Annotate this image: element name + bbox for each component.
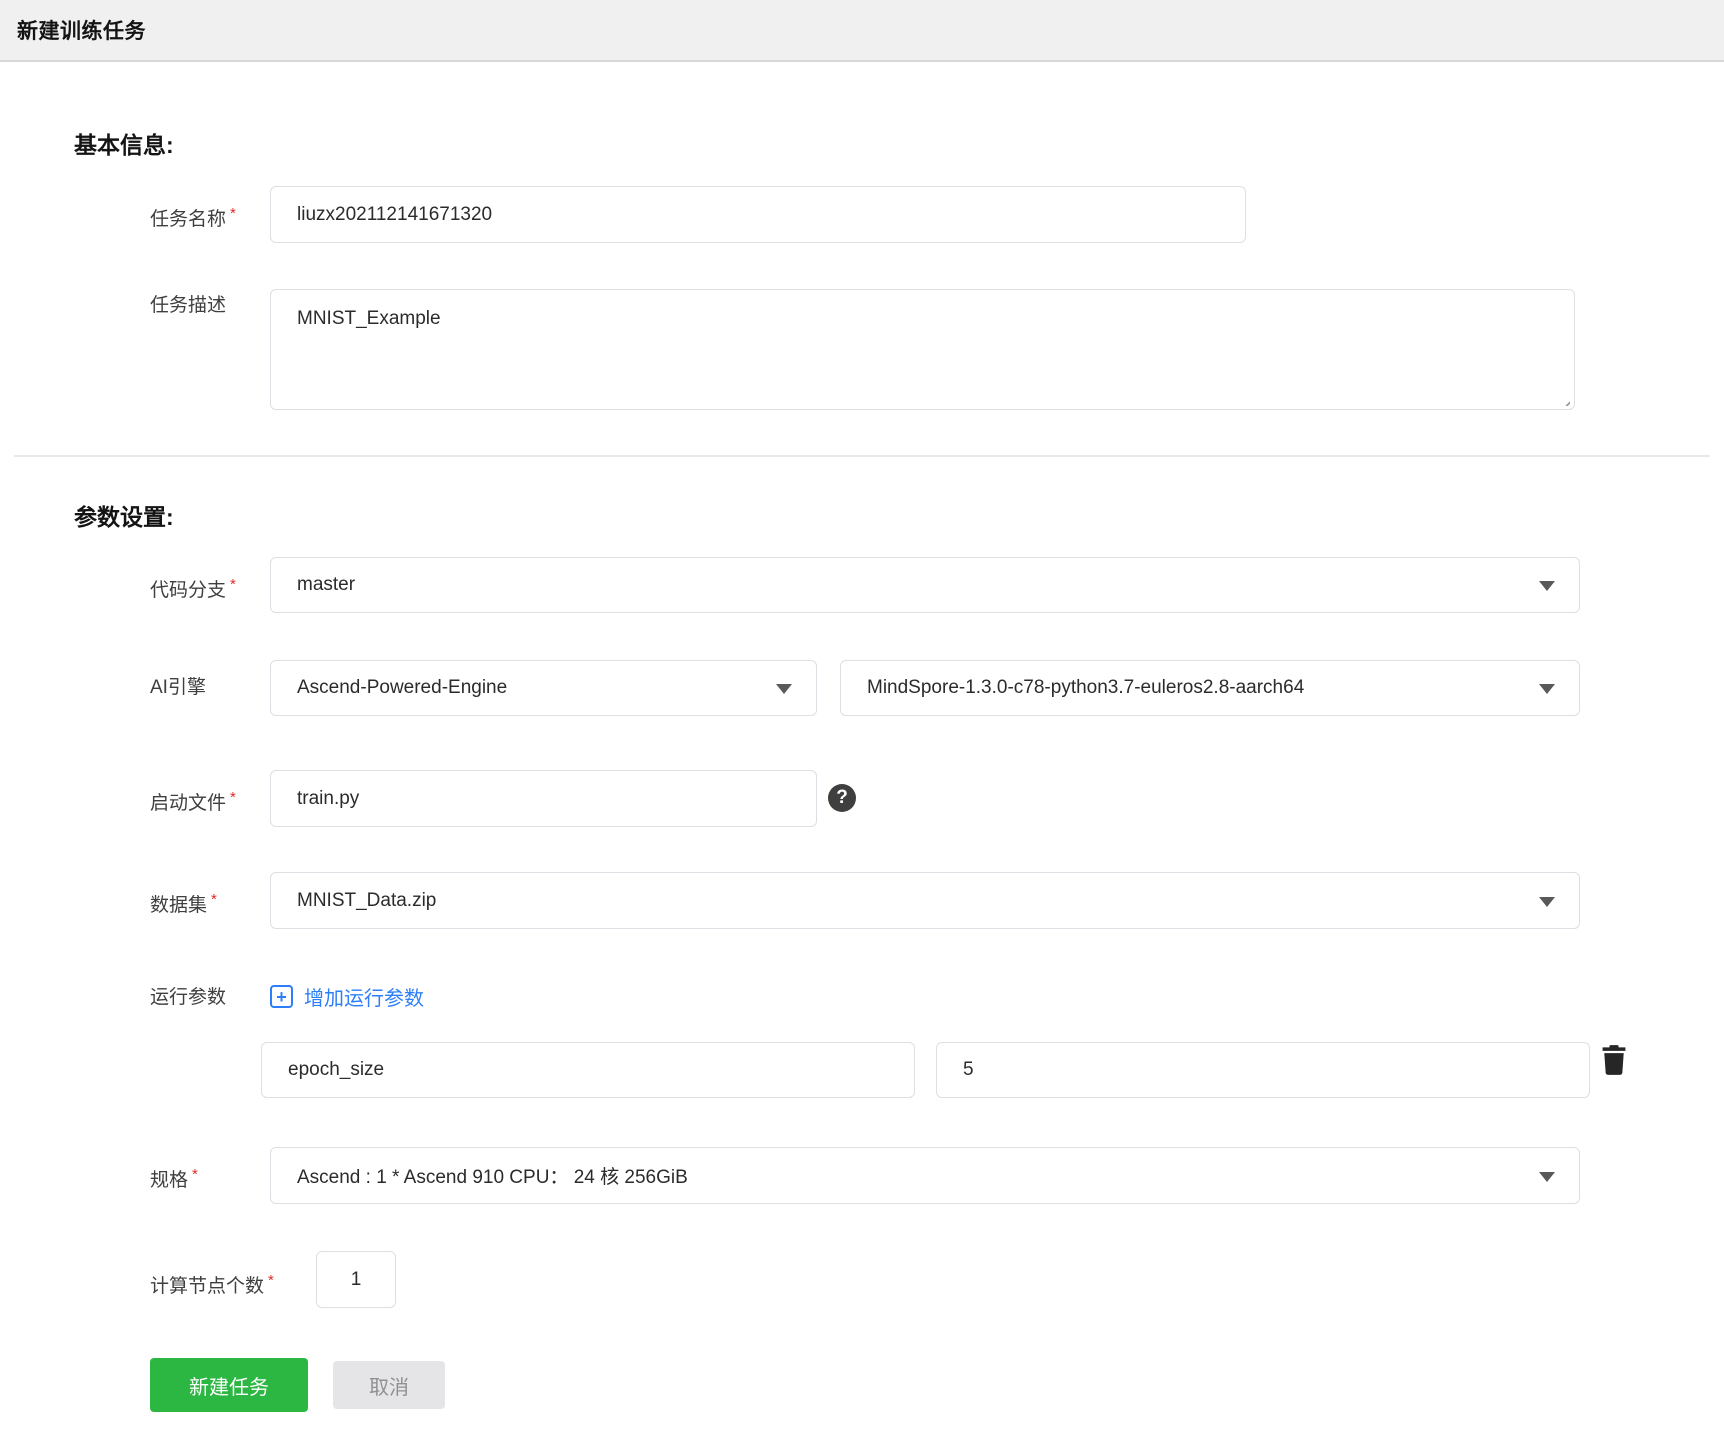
required-asterisk: * <box>192 1166 198 1183</box>
dataset-label: 数据集 * <box>150 886 217 920</box>
code-branch-select[interactable]: master <box>270 557 1580 613</box>
required-asterisk: * <box>230 789 236 806</box>
plus-glyph: + <box>276 986 287 1007</box>
chevron-down-icon <box>1539 1171 1555 1182</box>
chevron-down-icon <box>776 684 792 694</box>
run-params-label: 运行参数 <box>150 984 226 1012</box>
node-count-label-text: 计算节点个数 <box>150 1276 265 1297</box>
required-asterisk: * <box>230 205 236 222</box>
dataset-label-text: 数据集 <box>150 895 208 916</box>
task-description-textarea[interactable]: MNIST_Example <box>270 289 1575 410</box>
add-run-param-link[interactable]: + 增加运行参数 <box>270 982 424 1011</box>
boot-file-input[interactable] <box>270 770 817 827</box>
section-divider <box>14 455 1710 457</box>
create-task-button[interactable]: 新建任务 <box>150 1358 308 1412</box>
ai-engine-label-text: AI引擎 <box>150 677 206 698</box>
page-header: 新建训练任务 <box>0 0 1724 62</box>
run-param-value-input[interactable] <box>936 1042 1590 1098</box>
spec-label: 规格 * <box>150 1161 198 1195</box>
ai-engine-label: AI引擎 <box>150 674 206 702</box>
chevron-down-icon <box>1539 581 1555 591</box>
task-description-label-text: 任务描述 <box>150 295 227 316</box>
ai-engine-version-select[interactable]: MindSpore-1.3.0-c78-python3.7-euleros2.8… <box>840 660 1580 716</box>
add-square-icon: + <box>270 985 293 1008</box>
node-count-label: 计算节点个数 * <box>150 1267 274 1301</box>
spec-select[interactable]: Ascend : 1 * Ascend 910 CPU： 24 核 256GiB <box>270 1147 1580 1204</box>
ai-engine-value: Ascend-Powered-Engine <box>297 677 508 698</box>
chevron-down-icon <box>1539 896 1555 907</box>
run-param-key-input[interactable] <box>261 1042 915 1098</box>
task-name-label: 任务名称 * <box>150 200 236 234</box>
section-heading-basic-info: 基本信息: <box>74 132 174 158</box>
section-heading-param-settings: 参数设置: <box>74 504 174 530</box>
code-branch-value: master <box>297 574 356 595</box>
page-title: 新建训练任务 <box>17 20 146 43</box>
run-params-label-text: 运行参数 <box>150 987 227 1008</box>
dataset-value: MNIST_Data.zip <box>297 889 437 911</box>
chevron-down-icon <box>1539 684 1555 694</box>
spec-value: Ascend : 1 * Ascend 910 CPU： 24 核 256GiB <box>297 1167 688 1188</box>
required-asterisk: * <box>268 1272 274 1289</box>
required-asterisk: * <box>230 576 236 593</box>
add-run-param-label: 增加运行参数 <box>304 988 424 1010</box>
boot-file-label-text: 启动文件 <box>150 793 227 814</box>
boot-file-label: 启动文件 * <box>150 784 236 818</box>
task-name-label-text: 任务名称 <box>150 209 227 230</box>
dataset-select[interactable]: MNIST_Data.zip <box>270 872 1580 929</box>
code-branch-label: 代码分支 * <box>150 571 236 605</box>
task-name-input[interactable] <box>270 186 1246 243</box>
spec-label-text: 规格 <box>150 1170 189 1191</box>
required-asterisk: * <box>211 891 217 908</box>
help-icon[interactable]: ? <box>828 784 856 812</box>
task-description-label: 任务描述 <box>150 292 226 320</box>
ai-engine-select[interactable]: Ascend-Powered-Engine <box>270 660 817 716</box>
cancel-button[interactable]: 取消 <box>333 1361 445 1409</box>
code-branch-label-text: 代码分支 <box>150 580 227 601</box>
ai-engine-version-value: MindSpore-1.3.0-c78-python3.7-euleros2.8… <box>867 677 1305 698</box>
node-count-input[interactable] <box>316 1251 396 1308</box>
delete-icon[interactable] <box>1598 1044 1630 1078</box>
